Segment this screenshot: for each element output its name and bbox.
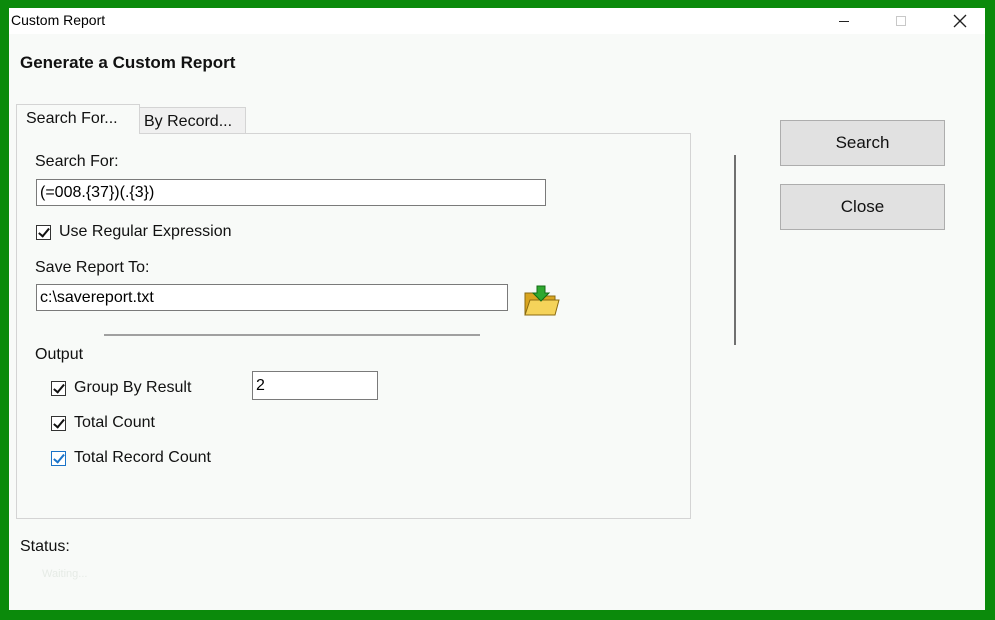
total-count-check-box[interactable]	[51, 415, 66, 431]
search-for-input[interactable]	[36, 179, 546, 206]
tab-by-record[interactable]: By Record...	[139, 107, 246, 134]
total-record-count-label: Total Record Count	[74, 449, 211, 466]
title-bar: Custom Report	[9, 8, 985, 34]
custom-report-window: Custom Report Generate a Custom Report S…	[9, 8, 985, 610]
close-button[interactable]: Close	[780, 184, 945, 230]
tab-search-for[interactable]: Search For...	[16, 104, 140, 134]
minimize-button[interactable]	[821, 8, 867, 34]
use-regex-checkbox[interactable]: Use Regular Expression	[36, 223, 232, 241]
total-count-label: Total Count	[74, 414, 155, 431]
group-by-result-label: Group By Result	[74, 379, 192, 396]
page-title: Generate a Custom Report	[20, 53, 236, 72]
close-window-button[interactable]	[937, 8, 983, 34]
use-regex-label: Use Regular Expression	[59, 223, 232, 240]
save-report-to-input[interactable]	[36, 284, 508, 311]
save-report-to-label: Save Report To:	[35, 259, 150, 276]
use-regex-check-box[interactable]	[36, 224, 51, 240]
close-icon	[953, 14, 967, 28]
group-by-result-checkbox[interactable]: Group By Result	[51, 379, 191, 397]
total-count-checkbox[interactable]: Total Count	[51, 414, 155, 432]
maximize-icon	[896, 16, 906, 26]
status-value: Waiting...	[42, 568, 88, 580]
folder-open-icon	[524, 285, 560, 316]
search-for-label: Search For:	[35, 153, 119, 170]
search-button[interactable]: Search	[780, 120, 945, 166]
total-record-count-check-box[interactable]	[51, 450, 66, 466]
total-record-count-checkbox[interactable]: Total Record Count	[51, 449, 211, 467]
window-title: Custom Report	[11, 12, 106, 28]
output-separator	[104, 334, 480, 336]
status-label: Status:	[20, 538, 70, 555]
vertical-separator	[734, 155, 736, 345]
output-label: Output	[35, 346, 84, 363]
maximize-button[interactable]	[878, 8, 924, 34]
browse-folder-button[interactable]	[522, 284, 560, 318]
minimize-icon	[839, 21, 849, 22]
group-by-result-check-box[interactable]	[51, 380, 66, 396]
group-by-result-input[interactable]	[252, 371, 378, 400]
